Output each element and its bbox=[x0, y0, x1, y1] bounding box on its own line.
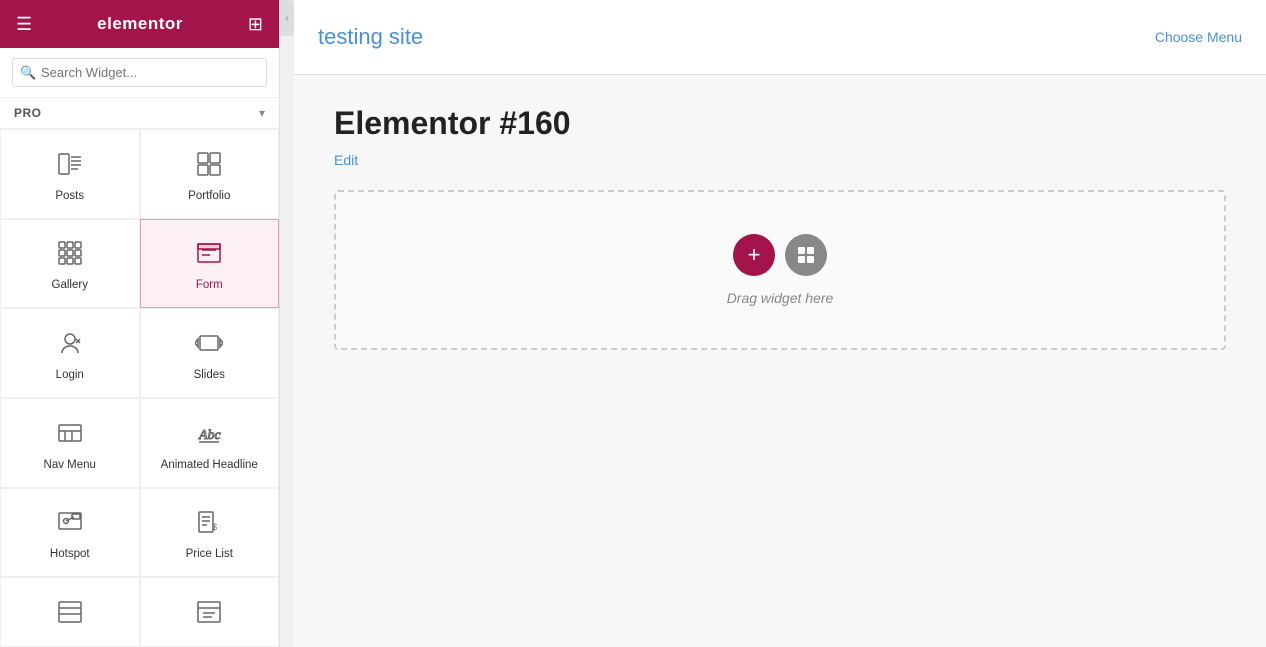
edit-link[interactable]: Edit bbox=[334, 152, 358, 168]
widget-item-form[interactable]: Form bbox=[140, 219, 280, 309]
generic1-icon bbox=[56, 598, 84, 630]
pro-label: PRO bbox=[14, 106, 42, 120]
sidebar-header: ☰ elementor ⊞ bbox=[0, 0, 279, 48]
hamburger-icon[interactable]: ☰ bbox=[16, 14, 32, 35]
pro-filter[interactable]: PRO ▾ bbox=[0, 98, 279, 129]
widget-item-hotspot[interactable]: Hotspot bbox=[0, 488, 140, 578]
top-bar: testing site Choose Menu bbox=[294, 0, 1266, 75]
add-template-button[interactable] bbox=[785, 234, 827, 276]
form-icon bbox=[195, 239, 223, 271]
widget-item-gallery[interactable]: Gallery bbox=[0, 219, 140, 309]
posts-icon bbox=[56, 150, 84, 182]
nav-menu-icon bbox=[56, 419, 84, 451]
widget-item-login[interactable]: Login bbox=[0, 308, 140, 398]
hotspot-icon bbox=[56, 508, 84, 540]
svg-text:Abc: Abc bbox=[198, 428, 222, 443]
site-title: testing site bbox=[318, 24, 423, 50]
grid-icon[interactable]: ⊞ bbox=[248, 14, 263, 35]
widget-label-animated-headline: Animated Headline bbox=[161, 459, 258, 471]
widget-label-gallery: Gallery bbox=[52, 279, 88, 291]
search-input[interactable] bbox=[12, 58, 267, 87]
widget-item-nav-menu[interactable]: Nav Menu bbox=[0, 398, 140, 488]
widget-item-generic1[interactable] bbox=[0, 577, 140, 647]
widget-label-price-list: Price List bbox=[186, 548, 233, 560]
drop-zone: + Drag widget here bbox=[334, 190, 1226, 350]
canvas-area: Elementor #160 Edit + Drag widget here bbox=[294, 75, 1266, 647]
page-title: Elementor #160 bbox=[334, 105, 1226, 142]
widget-label-portfolio: Portfolio bbox=[188, 190, 230, 202]
add-widget-button[interactable]: + bbox=[733, 234, 775, 276]
widget-label-hotspot: Hotspot bbox=[50, 548, 90, 560]
widget-item-slides[interactable]: Slides bbox=[140, 308, 280, 398]
portfolio-icon bbox=[195, 150, 223, 182]
widget-grid: Posts Portfolio bbox=[0, 129, 279, 647]
slides-icon bbox=[195, 329, 223, 361]
gallery-icon bbox=[56, 239, 84, 271]
widget-label-nav-menu: Nav Menu bbox=[44, 459, 96, 471]
app-title: elementor bbox=[97, 14, 183, 34]
main-canvas: testing site Choose Menu Elementor #160 … bbox=[294, 0, 1266, 647]
widget-label-form: Form bbox=[196, 279, 223, 291]
widget-item-animated-headline[interactable]: Abc Animated Headline bbox=[140, 398, 280, 488]
drop-zone-text: Drag widget here bbox=[727, 290, 834, 306]
widget-item-portfolio[interactable]: Portfolio bbox=[140, 129, 280, 219]
search-icon: 🔍 bbox=[20, 65, 36, 81]
chevron-down-icon: ▾ bbox=[259, 106, 265, 120]
generic2-icon bbox=[195, 598, 223, 630]
sidebar: ☰ elementor ⊞ 🔍 PRO ▾ Post bbox=[0, 0, 280, 647]
animated-headline-icon: Abc bbox=[195, 419, 223, 451]
widget-label-slides: Slides bbox=[194, 369, 225, 381]
choose-menu-button[interactable]: Choose Menu bbox=[1155, 29, 1242, 45]
svg-text:$: $ bbox=[212, 522, 217, 532]
widget-label-login: Login bbox=[56, 369, 84, 381]
price-list-icon: $ bbox=[195, 508, 223, 540]
page-header: Elementor #160 Edit bbox=[334, 105, 1226, 170]
search-wrapper: 🔍 bbox=[12, 58, 267, 87]
login-icon bbox=[56, 329, 84, 361]
widget-item-posts[interactable]: Posts bbox=[0, 129, 140, 219]
widget-item-generic2[interactable] bbox=[140, 577, 280, 647]
widget-item-price-list[interactable]: $ Price List bbox=[140, 488, 280, 578]
drop-zone-buttons: + bbox=[733, 234, 827, 276]
widget-label-posts: Posts bbox=[55, 190, 84, 202]
search-bar: 🔍 bbox=[0, 48, 279, 98]
collapse-sidebar-handle[interactable]: ‹ bbox=[280, 0, 294, 36]
